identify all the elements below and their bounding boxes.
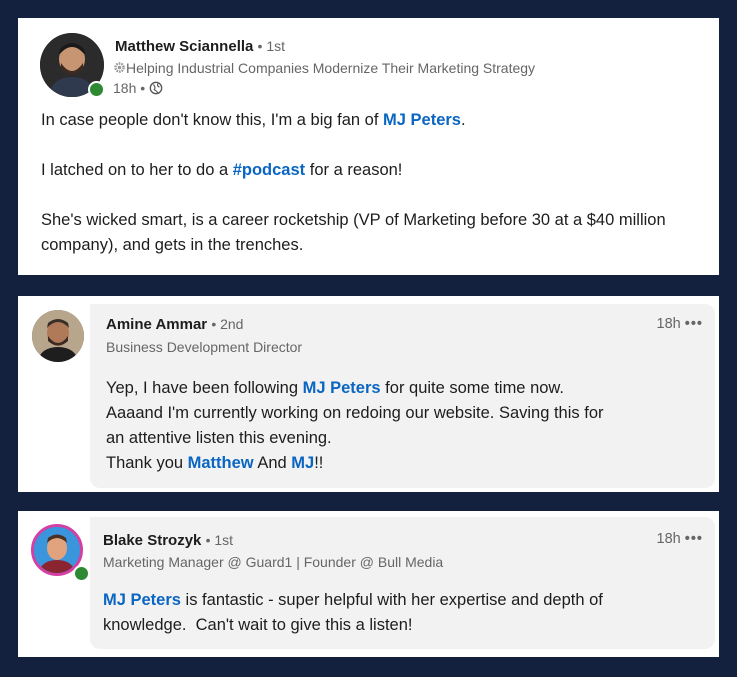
author-headline: Helping Industrial Companies Modernize T…	[126, 60, 536, 76]
online-status-indicator	[88, 81, 105, 98]
commenter-headline: Marketing Manager @ Guard1 | Founder @ B…	[103, 554, 444, 570]
comment-card: Amine Ammar • 2nd Business Development D…	[18, 296, 719, 492]
author-name[interactable]: Matthew Sciannella	[115, 38, 253, 55]
comment-body: MJ Peters is fantastic - super helpful w…	[103, 591, 603, 634]
comment-body: Yep, I have been following MJ Peters for…	[106, 379, 604, 472]
comment-bubble: Blake Strozyk • 1st Marketing Manager @ …	[90, 517, 715, 649]
post-paragraph: She's wicked smart, is a career rocketsh…	[41, 211, 666, 254]
post-meta: 18h •	[113, 80, 163, 96]
mention-link[interactable]: MJ Peters	[383, 111, 461, 129]
comment-time: 18h	[656, 531, 681, 547]
globe-icon	[149, 81, 163, 95]
connection-degree: 2nd	[220, 316, 244, 332]
online-status-indicator	[73, 565, 90, 582]
comment-card: Blake Strozyk • 1st Marketing Manager @ …	[18, 511, 719, 657]
more-options-icon[interactable]: •••	[685, 531, 703, 547]
mention-link[interactable]: MJ Peters	[103, 591, 181, 609]
more-options-icon[interactable]: •••	[685, 316, 703, 332]
post-paragraph: In case people don't know this, I'm a bi…	[41, 111, 466, 129]
comment-meta: 18h •••	[657, 316, 703, 332]
gear-icon	[114, 62, 125, 73]
commenter-avatar[interactable]	[32, 310, 84, 362]
comment-meta: 18h •••	[657, 531, 703, 547]
hashtag-link[interactable]: #podcast	[233, 161, 305, 179]
commenter-name[interactable]: Blake Strozyk	[103, 532, 201, 549]
commenter-name[interactable]: Amine Ammar	[106, 316, 207, 333]
comment-time: 18h	[656, 316, 681, 332]
post-time: 18h	[113, 80, 137, 96]
author-headline-row: Helping Industrial Companies Modernize T…	[113, 60, 535, 76]
commenter-headline: Business Development Director	[106, 339, 303, 355]
mention-link[interactable]: Matthew	[188, 454, 254, 472]
post-card: Matthew Sciannella • 1st Helping Industr…	[18, 18, 719, 275]
mention-link[interactable]: MJ	[291, 454, 314, 472]
post-paragraph: I latched on to her to do a #podcast for…	[41, 161, 403, 179]
comment-bubble: Amine Ammar • 2nd Business Development D…	[90, 304, 715, 488]
mention-link[interactable]: MJ Peters	[303, 379, 381, 397]
post-body: In case people don't know this, I'm a bi…	[41, 108, 701, 258]
connection-degree: 1st	[214, 532, 234, 548]
connection-degree: 1st	[266, 38, 286, 54]
